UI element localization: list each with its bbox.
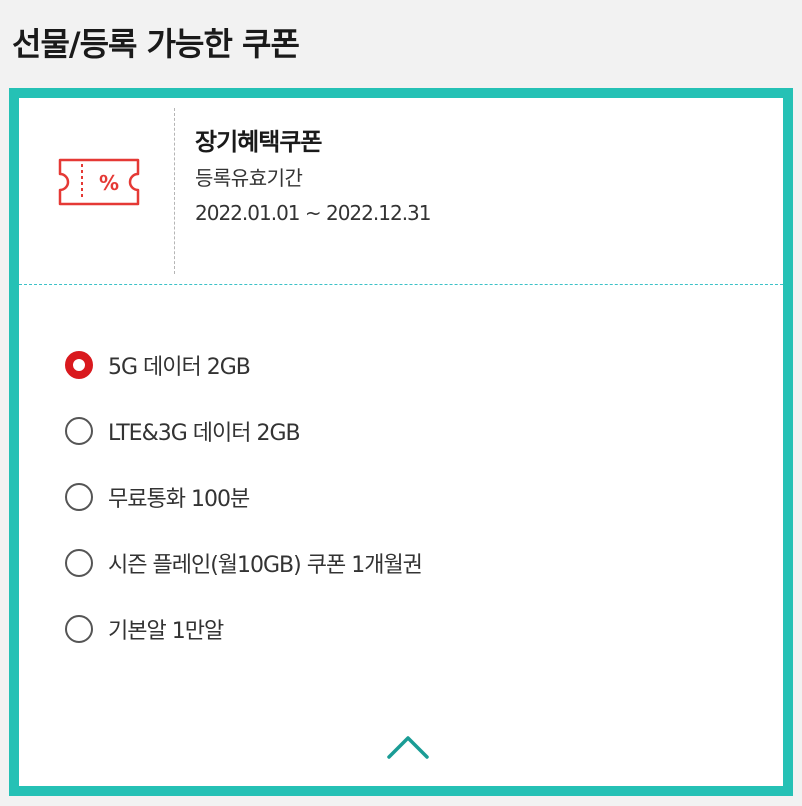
validity-period-label: 등록유효기간 [195, 165, 303, 190]
coupon-name: 장기혜택쿠폰 [195, 128, 322, 156]
radio-button[interactable] [65, 351, 93, 379]
option-5g-data-2gb[interactable]: 5G 데이터 2GB [65, 332, 422, 398]
validity-period-value: 2022.01.01 ~ 2022.12.31 [195, 200, 431, 225]
header-divider [174, 108, 175, 274]
collapse-button[interactable] [383, 730, 433, 764]
radio-button[interactable] [65, 549, 93, 577]
option-free-call-100min[interactable]: 무료통화 100분 [65, 464, 422, 530]
coupon-card: % 장기혜택쿠폰 등록유효기간 2022.01.01 ~ 2022.12.31 … [9, 88, 793, 796]
radio-button[interactable] [65, 483, 93, 511]
option-label: 시즌 플레인(월10GB) 쿠폰 1개월권 [108, 553, 423, 578]
radio-button[interactable] [65, 615, 93, 643]
page-title: 선물/등록 가능한 쿠폰 [12, 25, 300, 63]
percent-symbol: % [99, 171, 119, 195]
coupon-header: % 장기혜택쿠폰 등록유효기간 2022.01.01 ~ 2022.12.31 [19, 98, 783, 285]
option-label: LTE&3G 데이터 2GB [108, 421, 301, 446]
option-season-plain-coupon[interactable]: 시즌 플레인(월10GB) 쿠폰 1개월권 [65, 530, 423, 596]
option-label: 기본알 1만알 [108, 619, 224, 644]
option-lte-3g-data-2gb[interactable]: LTE&3G 데이터 2GB [65, 398, 422, 464]
option-basic-al-10000[interactable]: 기본알 1만알 [65, 596, 422, 662]
option-label: 5G 데이터 2GB [108, 355, 251, 380]
chevron-up-icon [387, 736, 429, 759]
coupon-info: 장기혜택쿠폰 등록유효기간 2022.01.01 ~ 2022.12.31 [195, 128, 431, 225]
percent-ticket-icon: % [58, 158, 140, 206]
radio-button[interactable] [65, 417, 93, 445]
option-label: 무료통화 100분 [108, 487, 250, 512]
coupon-option-list: 5G 데이터 2GB LTE&3G 데이터 2GB 무료통화 100분 시즌 플… [65, 348, 423, 662]
